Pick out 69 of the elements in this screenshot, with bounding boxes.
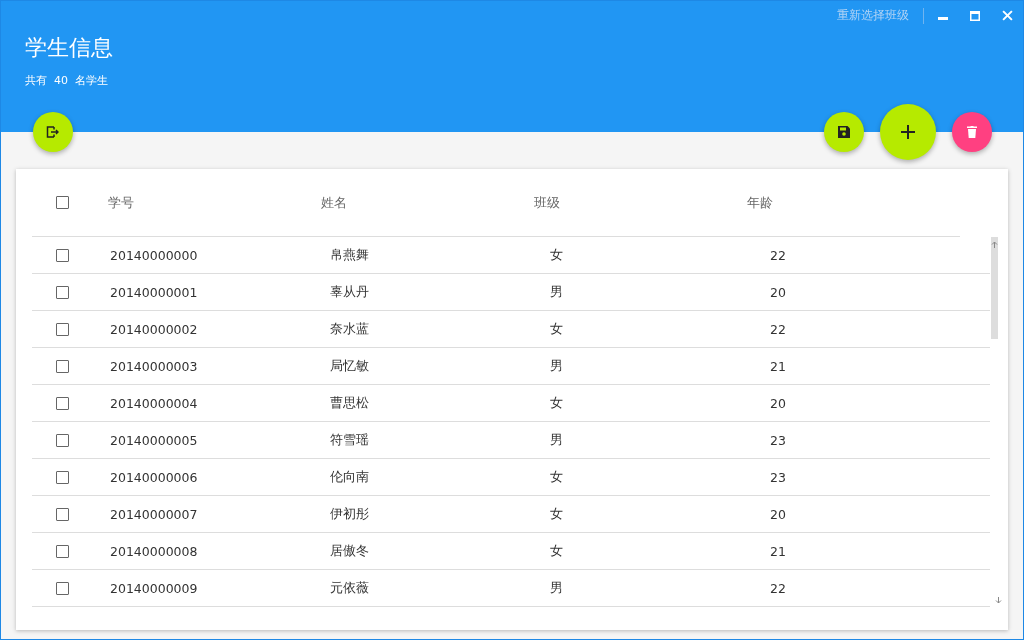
table-cell-text: 20140000002 [110,321,199,337]
column-header[interactable]: 学号 [108,193,322,212]
table-cell-text: 元依薇 [330,579,370,597]
table-cell-text: 20 [770,284,787,300]
column-header[interactable]: 姓名 [321,193,535,212]
table-cell-text: 21 [770,358,787,374]
row-checkbox[interactable] [56,507,69,521]
exit-icon [46,126,60,138]
row-checkbox[interactable] [56,581,69,595]
table-cell-text: 20140000006 [110,469,199,485]
table-cell-text: 22 [770,580,787,596]
table-cell-text: 男 [550,431,564,449]
close-icon[interactable] [1002,10,1013,21]
row-checkbox[interactable] [56,470,69,484]
window-title: 学生信息 [25,34,114,62]
row-checkbox[interactable] [56,396,69,410]
maximize-icon[interactable] [970,10,980,21]
table-cell-text: 20140000009 [110,580,199,596]
trash-icon [967,126,977,138]
exit-button[interactable] [33,112,73,152]
table-cell-text: 曹思松 [330,394,370,412]
up-arrow-icon[interactable] [991,241,998,248]
table-cell-text: 辜从丹 [330,283,370,301]
row-checkbox[interactable] [56,322,69,336]
table-cell-text: 21 [770,543,787,559]
table-cell-text: 女 [550,246,564,264]
table-cell-text: 男 [550,579,564,597]
row-checkbox[interactable] [56,433,69,447]
save-button[interactable] [824,112,864,152]
table-cell-text: 22 [770,321,787,337]
table-cell-text: 居傲冬 [330,542,370,560]
table-cell-text: 20 [770,506,787,522]
row-checkbox[interactable] [56,359,69,373]
table-cell-text: 女 [550,320,564,338]
table-cell-text: 伊初彤 [330,505,370,523]
table-cell-text: 20140000003 [110,358,199,374]
table-cell-text: 20140000005 [110,432,199,448]
table-cell-text: 20140000004 [110,395,199,411]
scrollbar-thumb[interactable] [991,237,998,339]
select-all-checkbox[interactable] [56,196,69,209]
table-cell-text: 奈水蓝 [330,320,370,338]
table-cell-text: 女 [550,505,564,523]
table-cell-text: 20140000000 [110,247,199,263]
table-cell-text: 女 [550,394,564,412]
table-cell-text: 符雪瑶 [330,431,370,449]
table-cell-text: 局忆敏 [330,357,370,375]
row-checkbox[interactable] [56,544,69,558]
row-checkbox[interactable] [56,285,69,299]
student-count: 共有 40 名学生 [25,73,109,88]
table-cell-text: 20140000001 [110,284,199,300]
column-header[interactable]: 年龄 [747,193,960,212]
table-cell-text: 23 [770,469,787,485]
down-arrow-icon[interactable] [995,597,1002,604]
add-button[interactable] [880,104,936,160]
table-cell-text: 20140000008 [110,543,199,559]
table-cell-text: 20 [770,395,787,411]
table-cell-text: 22 [770,247,787,263]
column-header[interactable]: 班级 [534,193,748,212]
table-cell-text: 帛燕舞 [330,246,370,264]
delete-button[interactable] [952,112,992,152]
row-checkbox[interactable] [56,248,69,262]
table-cell-text: 女 [550,468,564,486]
table-cell-text: 20140000007 [110,506,199,522]
table-cell-text: 23 [770,432,787,448]
plus-icon [900,124,916,140]
table-cell-text: 伦向南 [330,468,370,486]
table-cell-text: 男 [550,357,564,375]
table-cell-text: 女 [550,542,564,560]
table-cell-text: 男 [550,283,564,301]
